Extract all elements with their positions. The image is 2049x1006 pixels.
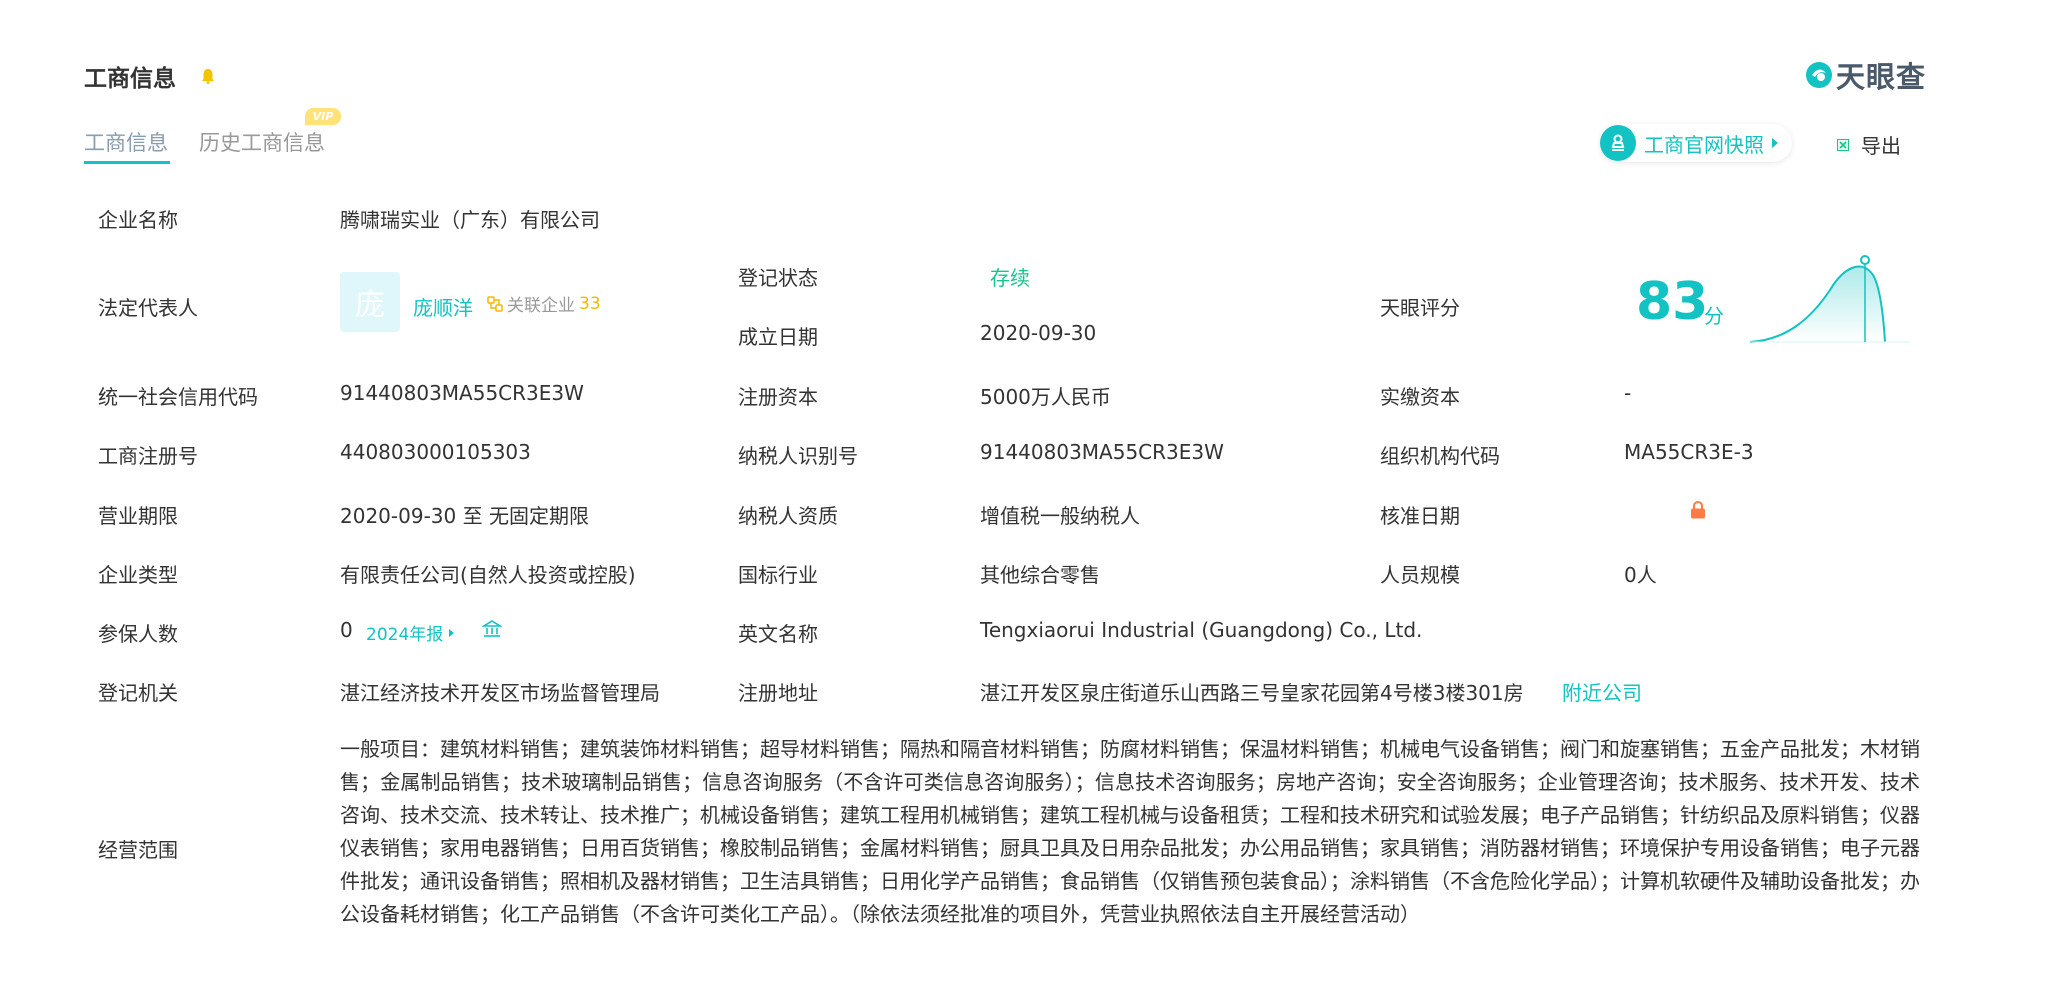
reg-capital-value: 5000万人民币 [980, 385, 1111, 409]
reg-authority-value: 湛江经济技术开发区市场监督管理局 [340, 681, 660, 705]
taxpayer-id-label: 纳税人识别号 [738, 444, 858, 468]
snapshot-label: 工商官网快照 [1644, 132, 1764, 157]
org-code-value: MA55CR3E-3 [1624, 440, 1754, 464]
lock-icon[interactable] [1688, 500, 1708, 520]
industry-label: 国标行业 [738, 563, 818, 587]
credit-code-value: 91440803MA55CR3E3W [340, 381, 584, 405]
biz-term-value: 2020-09-30 至 无固定期限 [340, 504, 589, 528]
export-label: 导出 [1861, 134, 1901, 158]
vip-badge: VIP [305, 108, 341, 125]
found-date-label: 成立日期 [738, 325, 818, 349]
tianyancha-logo-icon [1806, 62, 1832, 88]
tab-business-info[interactable]: 工商信息 [84, 127, 168, 157]
reg-status-label: 登记状态 [738, 266, 818, 290]
reg-capital-label: 注册资本 [738, 385, 818, 409]
insured-label: 参保人数 [98, 622, 178, 646]
company-type-label: 企业类型 [98, 563, 178, 587]
tianyan-score-label: 天眼评分 [1380, 296, 1460, 320]
reg-status-value: 存续 [990, 266, 1030, 290]
insured-value: 0 [340, 618, 353, 642]
legal-rep-label: 法定代表人 [98, 296, 198, 320]
chevron-right-icon [449, 628, 455, 637]
brand-name: 天眼查 [1836, 60, 1927, 94]
reg-address-label: 注册地址 [738, 681, 818, 705]
org-code-label: 组织机构代码 [1380, 444, 1500, 468]
score-unit: 分 [1704, 304, 1724, 328]
scope-label: 经营范围 [98, 838, 178, 862]
tab-active-indicator [84, 161, 170, 164]
bell-icon[interactable] [201, 68, 215, 84]
industry-value: 其他综合零售 [980, 563, 1100, 587]
tab-history-business-info[interactable]: 历史工商信息 [199, 127, 325, 157]
english-name-label: 英文名称 [738, 622, 818, 646]
company-name-label: 企业名称 [98, 208, 178, 232]
biz-term-label: 营业期限 [98, 504, 178, 528]
legal-rep-name-link[interactable]: 庞顺洋 [413, 292, 473, 321]
company-name: 腾啸瑞实业（广东）有限公司 [340, 208, 600, 232]
company-type-value: 有限责任公司(自然人投资或控股) [340, 563, 636, 587]
related-companies-count: 33 [579, 293, 601, 314]
nearby-companies-link[interactable]: 附近公司 [1562, 677, 1642, 706]
taxpayer-id-value: 91440803MA55CR3E3W [980, 440, 1224, 464]
approval-date-label: 核准日期 [1380, 504, 1460, 528]
credit-code-label: 统一社会信用代码 [98, 385, 258, 409]
related-companies-link[interactable]: 关联企业 33 [487, 291, 601, 316]
legal-rep-avatar[interactable]: 庞 [340, 272, 400, 332]
reg-authority-label: 登记机关 [98, 681, 178, 705]
taxpayer-qual-value: 增值税一般纳税人 [980, 504, 1140, 528]
link-icon [487, 295, 503, 312]
business-scope-text: 一般项目：建筑材料销售；建筑装饰材料销售；超导材料销售；隔热和隔音材料销售；防腐… [340, 737, 1920, 926]
staff-size-value: 0人 [1624, 563, 1657, 587]
page-title: 工商信息 [84, 66, 176, 92]
stamp-icon [1600, 125, 1636, 161]
export-button[interactable]: 导出 [1837, 130, 1901, 159]
reg-address-value: 湛江开发区泉庄街道乐山西路三号皇家花园第4号楼3楼301房 [980, 681, 1524, 705]
social-security-icon[interactable] [482, 619, 502, 639]
reg-number-value: 440803000105303 [340, 440, 531, 464]
related-companies-label: 关联企业 [507, 296, 575, 316]
english-name-value: Tengxiaorui Industrial (Guangdong) Co., … [980, 618, 1423, 642]
paid-capital-label: 实缴资本 [1380, 385, 1460, 409]
brand-logo: 天眼查 [1804, 57, 1927, 94]
reg-number-label: 工商注册号 [98, 444, 198, 468]
excel-icon [1837, 138, 1849, 151]
staff-size-label: 人员规模 [1380, 563, 1460, 587]
annual-report-label: 2024年报 [366, 625, 444, 645]
chevron-right-icon [1772, 138, 1778, 148]
score-distribution-curve [1749, 255, 1910, 343]
taxpayer-qual-label: 纳税人资质 [738, 504, 838, 528]
annual-report-link[interactable]: 2024年报 [366, 620, 455, 645]
score-value[interactable]: 83 [1636, 272, 1708, 332]
found-date-value: 2020-09-30 [980, 321, 1097, 345]
snapshot-button[interactable]: 工商官网快照 [1600, 124, 1792, 162]
paid-capital-value: - [1624, 381, 1632, 405]
